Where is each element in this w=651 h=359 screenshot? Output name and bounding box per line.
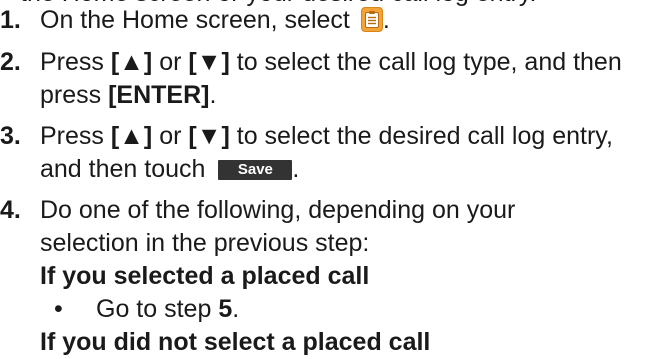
up-key-label: [▲]	[110, 122, 153, 150]
down-key-label: [▼]	[188, 122, 230, 150]
step-number: 4.	[0, 196, 21, 224]
step-2-period: .	[209, 81, 217, 109]
step-4-line2: selection in the previous step:	[40, 229, 370, 257]
or-word: or	[159, 48, 182, 76]
step-2-rest: to select the call log type, and then	[236, 48, 622, 76]
case-heading-placed-call: If you selected a placed call	[40, 262, 370, 290]
step-text: Press [▲] or [▼] to select the call log …	[40, 46, 647, 112]
step-text: Do one of the following, depending on yo…	[40, 194, 647, 260]
bullet-period: .	[232, 295, 240, 323]
step-text: On the Home screen, select .	[40, 4, 647, 37]
step-1-text: On the Home screen, select	[40, 6, 350, 34]
step-text: Press [▲] or [▼] to select the desired c…	[40, 120, 647, 186]
step-reference: 5	[218, 295, 233, 323]
step-4-line1: Do one of the following, depending on yo…	[40, 196, 516, 224]
step-number: 2.	[0, 48, 21, 76]
enter-key-label: [ENTER]	[108, 81, 210, 109]
step-3-period: .	[292, 155, 300, 183]
call-log-icon[interactable]	[360, 7, 383, 32]
step-number: 3.	[0, 122, 21, 150]
or-word: or	[159, 122, 182, 150]
press-word: press	[40, 81, 102, 109]
up-key-label: [▲]	[110, 48, 153, 76]
save-button[interactable]: Save	[218, 160, 293, 180]
press-word: Press	[40, 48, 104, 76]
case-heading-not-placed-call: If you did not select a placed call	[40, 328, 431, 356]
step-1-period: .	[382, 6, 390, 34]
step-3-rest: to select the desired call log entry,	[236, 122, 613, 150]
down-key-label: [▼]	[188, 48, 230, 76]
case-bullet-item: • Go to step 5.	[40, 293, 239, 326]
bullet-icon: •	[54, 295, 63, 323]
step-number: 1.	[0, 6, 21, 34]
bullet-text: Go to step	[96, 295, 212, 323]
press-word: Press	[40, 122, 104, 150]
step-3-line2: and then touch	[40, 155, 206, 183]
instruction-page: the Home screen or your desired call log…	[0, 0, 651, 356]
